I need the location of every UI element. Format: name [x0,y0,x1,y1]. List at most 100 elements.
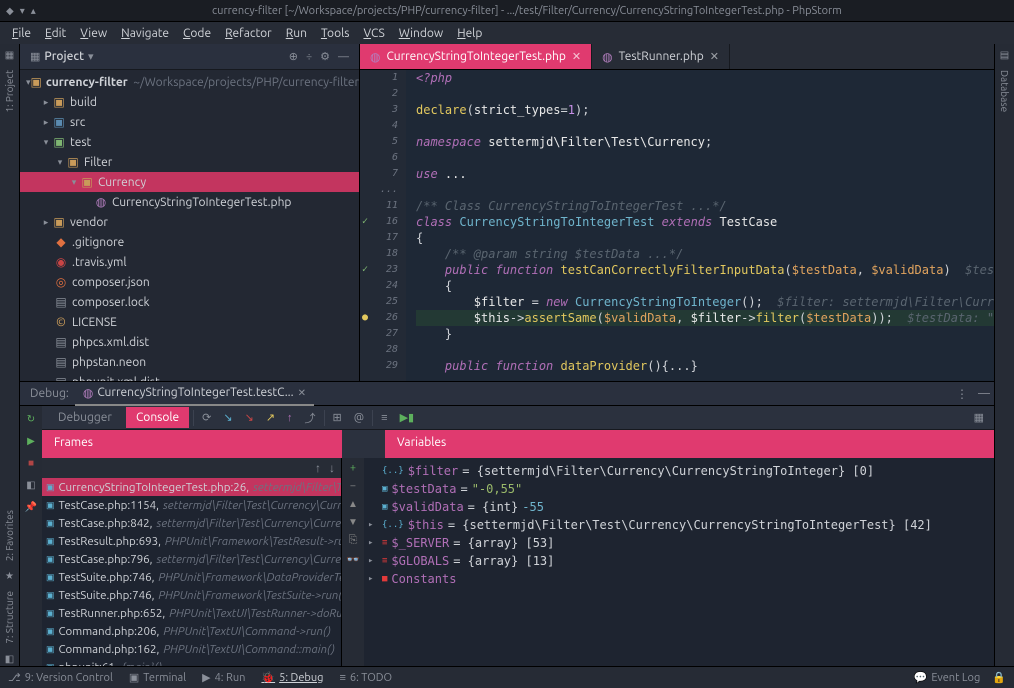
tree-folder-vendor[interactable]: ▸▣vendor [20,212,359,232]
status-vcs[interactable]: ⎇9: Version Control [8,671,113,684]
variable-row[interactable]: ▸≡ $_SERVER = {array} [53] [368,534,990,552]
menu-vcs[interactable]: VCS [357,25,390,42]
structure-rail-icon[interactable]: ◧ [3,652,17,666]
stack-frame[interactable]: ▣TestResult.php:693, PHPUnit\Framework\T… [42,532,341,550]
menu-edit[interactable]: Edit [39,25,72,42]
stack-frame[interactable]: ▣TestSuite.php:746, PHPUnit\Framework\Da… [42,568,341,586]
stack-frame[interactable]: ▣Command.php:206, PHPUnit\TextUI\Command… [42,622,341,640]
structure-rail-label[interactable]: 7: Structure [4,587,15,648]
tree-folder-build[interactable]: ▸▣build [20,92,359,112]
minimize-icon[interactable]: ▾ [20,5,25,17]
copy-icon[interactable]: ⎘ [349,534,358,547]
frame-up-icon[interactable]: ↑ [315,461,321,475]
dropdown-icon[interactable]: ▾ [84,50,98,63]
step-out-icon[interactable]: ↗ [262,411,279,424]
run-button[interactable]: ▶ [24,434,38,448]
variable-row[interactable]: ▸≡ $GLOBALS = {array} [13] [368,552,990,570]
stop-button[interactable]: ■ [24,456,38,470]
add-watch-icon[interactable]: + [350,462,356,474]
menu-tools[interactable]: Tools [315,25,356,42]
resume-program-icon[interactable]: ▶▮ [396,411,419,424]
stack-frame[interactable]: ▣Command.php:162, PHPUnit\TextUI\Command… [42,640,341,658]
frames-list[interactable]: ▣CurrencyStringToIntegerTest.php:26, set… [42,478,341,666]
tree-folder-filter[interactable]: ▾▣Filter [20,152,359,172]
stack-frame[interactable]: ▣TestCase.php:1154, settermjd\Filter\Tes… [42,496,341,514]
tree-file-phpstan[interactable]: ▤phpstan.neon [20,352,359,372]
database-rail-icon[interactable]: ▤ [998,48,1012,62]
tree-file-composer-lock[interactable]: ▤composer.lock [20,292,359,312]
drop-frame-icon[interactable]: ⤴ [301,410,320,426]
favorites-rail-icon[interactable]: ★ [3,569,17,583]
editor-tab[interactable]: ◍TestRunner.php✕ [592,44,730,69]
menu-file[interactable]: File [6,25,37,42]
status-run[interactable]: ▶4: Run [202,671,245,684]
editor[interactable]: 1234567...11✓161718✓232425●26272829...56… [360,70,994,381]
menu-run[interactable]: Run [280,25,313,42]
close-icon[interactable]: ✕ [298,387,306,399]
variable-row[interactable]: {..} $filter = {settermjd\Filter\Currenc… [368,462,990,480]
stack-frame[interactable]: ▣phpunit:61, {main}() [42,658,341,666]
maximize-icon[interactable]: ▴ [31,5,36,17]
editor-code[interactable]: <?php declare(strict_types=1); namespace… [406,70,994,381]
stack-frame[interactable]: ▣TestSuite.php:746, PHPUnit\Framework\Te… [42,586,341,604]
gear-icon[interactable]: ⚙ [316,50,334,63]
variables-header[interactable]: Variables [385,430,994,458]
force-step-into-icon[interactable]: ↘ [241,411,258,424]
view-breakpoints-button[interactable]: ◧ [24,478,38,492]
editor-tab[interactable]: ◍CurrencyStringToIntegerTest.php✕ [360,44,592,69]
tree-file-composer-json[interactable]: ◎composer.json [20,272,359,292]
stack-frame[interactable]: ▣TestCase.php:796, settermjd\Filter\Test… [42,550,341,568]
project-tree[interactable]: ▾▣ currency-filter ~/Workspace/projects/… [20,70,359,381]
status-debug[interactable]: 🐞5: Debug [261,671,323,684]
close-icon[interactable]: ✕ [710,50,719,63]
project-rail-icon[interactable]: ▦ [3,48,17,62]
tree-file-gitignore[interactable]: ◆.gitignore [20,232,359,252]
hide-icon[interactable]: — [978,387,990,401]
down-icon[interactable]: ▼ [348,516,358,528]
scroll-icon[interactable]: ÷ [302,51,316,63]
variable-row[interactable]: ▣ $testData = "-0,55" [368,480,990,498]
tree-file-phpunit[interactable]: ▤phpunit.xml.dist [20,372,359,381]
menu-navigate[interactable]: Navigate [115,25,175,42]
menu-code[interactable]: Code [177,25,217,42]
tree-folder-currency[interactable]: ▾▣Currency [20,172,359,192]
stack-frame[interactable]: ▣CurrencyStringToIntegerTest.php:26, set… [42,478,341,496]
variable-row[interactable]: ▸{..} $this = {settermjd\Filter\Test\Cur… [368,516,990,534]
tree-folder-src[interactable]: ▸▣src [20,112,359,132]
menu-window[interactable]: Window [393,25,449,42]
evaluate-icon[interactable]: ⊞ [329,411,346,424]
stack-frame[interactable]: ▣TestCase.php:842, settermjd\Filter\Test… [42,514,341,532]
event-log[interactable]: 💬Event Log [914,671,981,684]
project-rail-label[interactable]: 1: Project [4,66,15,117]
variables-panel[interactable]: {..} $filter = {settermjd\Filter\Currenc… [364,458,994,666]
tree-folder-test[interactable]: ▾▣test [20,132,359,152]
status-todo[interactable]: ≡6: TODO [339,672,392,684]
editor-gutter[interactable]: 1234567...11✓161718✓232425●26272829...56… [360,70,406,381]
variable-row[interactable]: ▣ $validData = {int} -55 [368,498,990,516]
step-over-icon[interactable]: ⟳ [198,411,215,424]
collapse-icon[interactable]: ⊕ [285,50,302,63]
menu-help[interactable]: Help [451,25,488,42]
more-icon[interactable]: ⋮ [956,387,968,401]
status-terminal[interactable]: ▣Terminal [129,671,186,684]
frames-header[interactable]: Frames [42,430,342,458]
menu-refactor[interactable]: Refactor [219,25,278,42]
frame-down-icon[interactable]: ↓ [329,461,335,475]
lock-icon[interactable]: 🔒 [992,671,1006,684]
favorites-rail-label[interactable]: 2: Favorites [4,506,15,565]
watch-icon[interactable]: @ [350,412,368,424]
layout-icon[interactable]: ▦ [970,411,988,424]
database-rail-label[interactable]: Database [999,66,1010,116]
menu-view[interactable]: View [74,25,113,42]
hide-icon[interactable]: — [334,51,353,63]
tree-file-license[interactable]: ©LICENSE [20,312,359,332]
pin-button[interactable]: 📌 [24,500,38,514]
debug-session-tab[interactable]: ◍ CurrencyStringToIntegerTest.testC... ✕ [75,382,314,406]
remove-watch-icon[interactable]: − [350,480,356,492]
tree-root[interactable]: ▾▣ currency-filter ~/Workspace/projects/… [20,72,359,92]
settings-icon[interactable]: ≡ [377,412,391,424]
console-tab[interactable]: Console [126,407,189,428]
tree-file-travis[interactable]: ◉.travis.yml [20,252,359,272]
debugger-tab[interactable]: Debugger [48,407,122,428]
glasses-icon[interactable]: 👓 [346,553,360,566]
